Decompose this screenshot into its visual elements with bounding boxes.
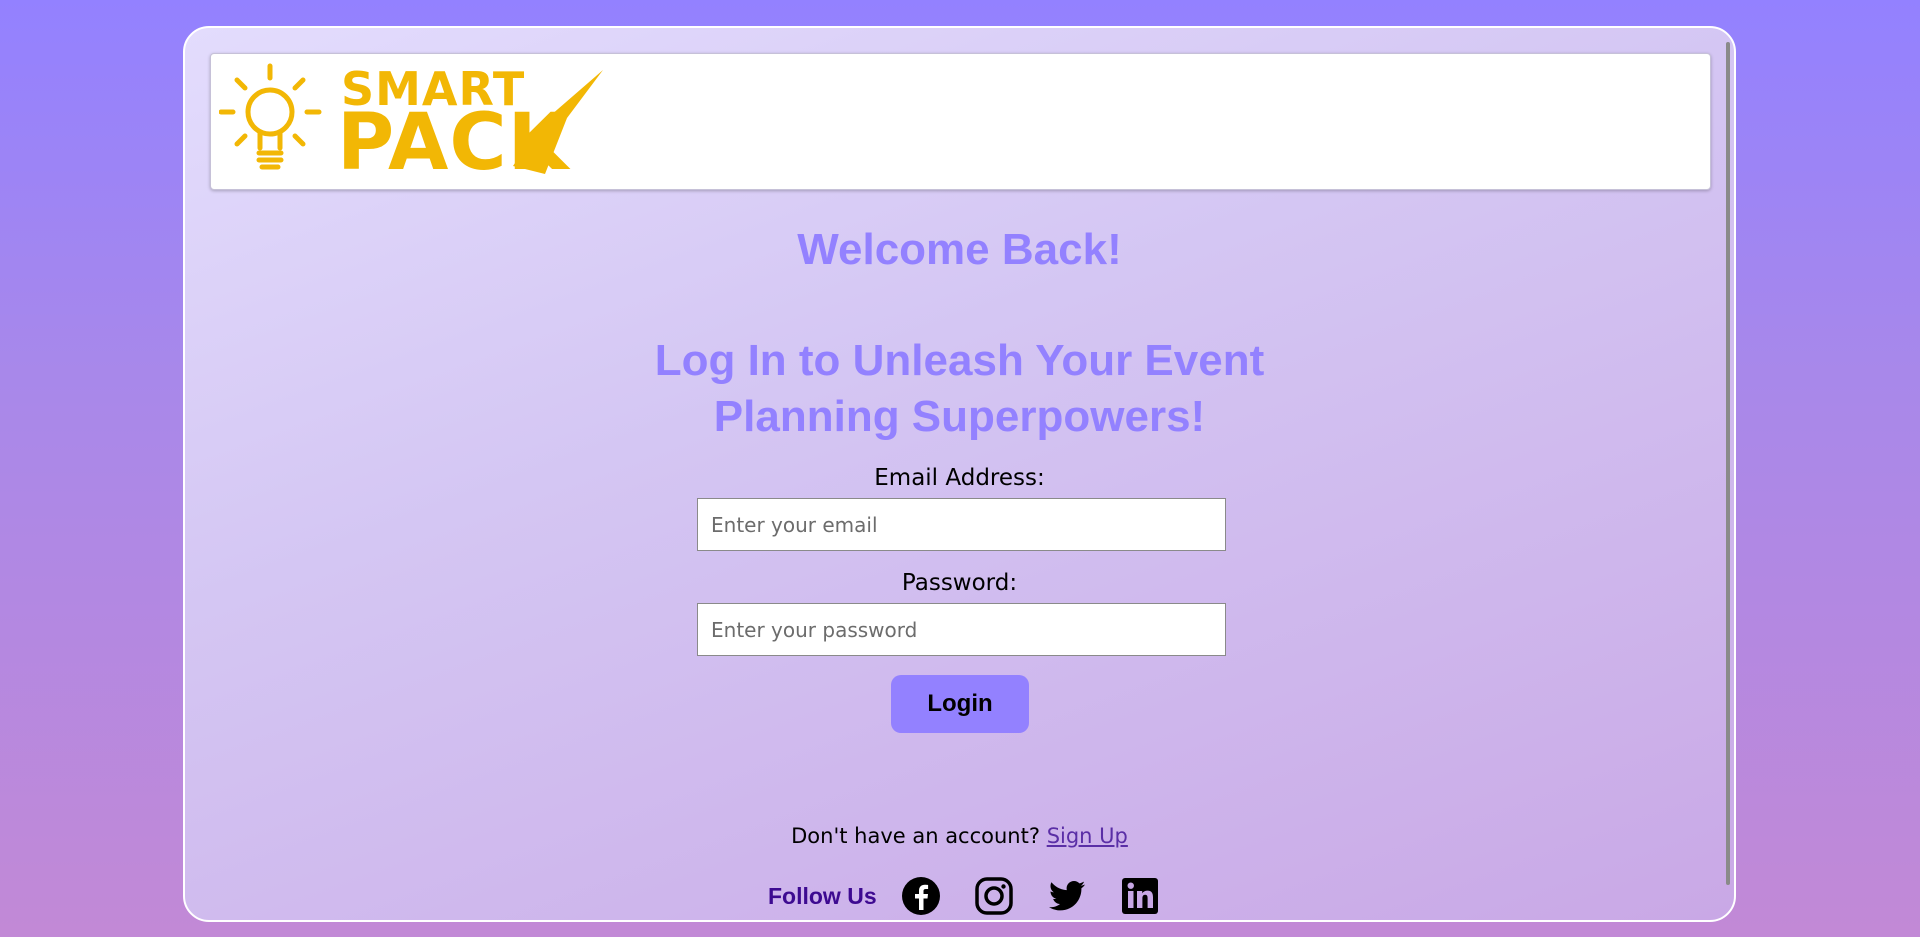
login-button[interactable]: Login xyxy=(891,675,1029,733)
social-links: Follow Us xyxy=(768,866,1193,920)
signup-link[interactable]: Sign Up xyxy=(1047,824,1128,848)
subtitle: Log In to Unleash Your Event Planning Su… xyxy=(185,333,1734,445)
instagram-icon[interactable] xyxy=(974,876,1014,916)
follow-us-label: Follow Us xyxy=(768,882,877,909)
lightbulb-icon xyxy=(219,63,322,170)
subtitle-line-1: Log In to Unleash Your Event xyxy=(654,336,1265,385)
password-input[interactable] xyxy=(697,603,1226,656)
header-bar: SMART PACK xyxy=(210,53,1711,190)
password-label: Password: xyxy=(901,570,1018,596)
scrollbar[interactable] xyxy=(1726,42,1730,885)
signup-row: Don't have an account? Sign Up xyxy=(185,824,1734,848)
linkedin-icon[interactable] xyxy=(1120,876,1160,916)
smart-pack-logo[interactable]: SMART PACK xyxy=(219,62,603,182)
facebook-icon[interactable] xyxy=(901,876,941,916)
email-input[interactable] xyxy=(697,498,1226,551)
signup-prompt: Don't have an account? xyxy=(791,824,1047,848)
email-label: Email Address: xyxy=(874,465,1045,491)
twitter-icon[interactable] xyxy=(1047,876,1087,916)
checkmark-icon xyxy=(513,70,603,174)
subtitle-line-2: Planning Superpowers! xyxy=(713,392,1206,441)
welcome-title: Welcome Back! xyxy=(797,225,1122,274)
login-card: SMART PACK Welcome Back! Log In to Unlea… xyxy=(183,26,1736,922)
